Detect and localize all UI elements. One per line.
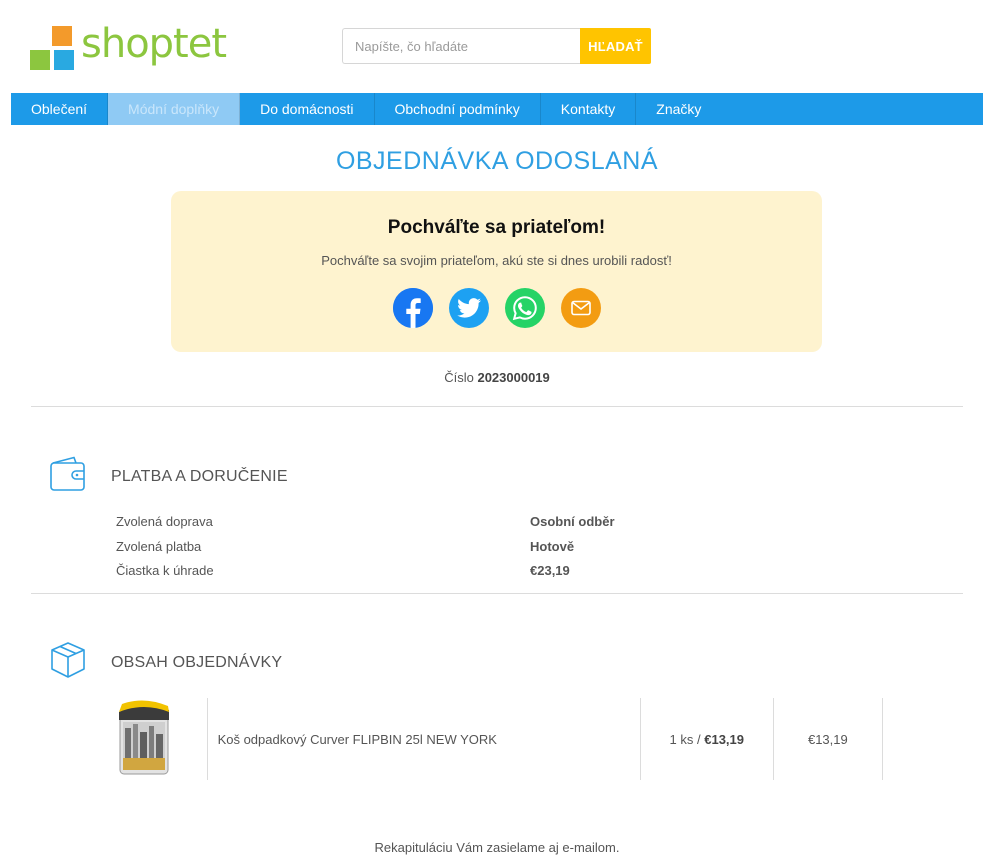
product-image-cell [116, 698, 207, 780]
payment-section-title: PLATBA A DORUČENIE [111, 467, 288, 485]
divider [31, 406, 963, 407]
order-number: Číslo 2023000019 [11, 370, 983, 385]
nav-item-do-domacnosti[interactable]: Do domácnosti [240, 93, 375, 125]
wallet-icon [49, 456, 87, 497]
email-icon[interactable] [560, 288, 601, 328]
page-title: OBJEDNÁVKA ODOSLANÁ [335, 147, 659, 175]
share-icons [171, 288, 822, 328]
search-button[interactable]: HĽADAŤ [580, 28, 651, 64]
product-qty-cell: 1 ks / €13,19 [639, 698, 773, 780]
share-title: Pochváľte sa priateľom! [387, 217, 606, 238]
email-notice: Rekapituláciu Vám zasielame aj e-mailom. [374, 840, 620, 855]
contents-section-title: OBSAH OBJEDNÁVKY [111, 653, 283, 671]
order-number-value: 2023000019 [477, 370, 550, 385]
shoptet-logo[interactable]: shoptet [30, 21, 227, 72]
logo-mark [30, 26, 76, 72]
facebook-icon[interactable] [392, 288, 433, 328]
search-input[interactable] [342, 28, 580, 64]
whatsapp-icon[interactable] [504, 288, 545, 328]
nav-item-obleceni[interactable]: Oblečení [11, 93, 109, 125]
box-icon [49, 641, 87, 684]
nav-item-znacky[interactable]: Značky [636, 93, 721, 125]
main-nav: Oblečení Módní doplňky Do domácnosti Obc… [11, 93, 983, 125]
table-row: Koš odpadkový Curver FLIPBIN 25l NEW YOR… [116, 698, 883, 780]
info-row-amount: Čiastka k úhrade €23,19 [116, 563, 816, 578]
info-label: Zvolená doprava [116, 514, 213, 529]
info-value: Hotově [530, 539, 575, 554]
info-row-shipping: Zvolená doprava Osobní odběr [116, 514, 816, 529]
product-total-cell: €13,19 [772, 698, 882, 780]
info-value: Osobní odběr [530, 514, 615, 529]
info-row-payment: Zvolená platba Hotově [116, 539, 816, 554]
payment-section-header: PLATBA A DORUČENIE [49, 456, 288, 497]
share-text: Pochváľte sa svojim priateľom, akú ste s… [321, 253, 672, 268]
header: shoptet HĽADAŤ [0, 0, 990, 93]
product-unit-price: €13,19 [704, 731, 744, 747]
twitter-icon[interactable] [448, 288, 489, 328]
nav-item-kontakty[interactable]: Kontakty [541, 93, 637, 125]
product-name[interactable]: Koš odpadkový Curver FLIPBIN 25l NEW YOR… [218, 732, 497, 747]
table-row-end [882, 698, 883, 780]
product-image[interactable] [116, 698, 172, 781]
info-label: Čiastka k úhrade [116, 563, 214, 578]
order-number-label: Číslo [444, 370, 474, 385]
product-total: €13,19 [807, 731, 848, 747]
info-value: €23,19 [530, 563, 570, 578]
logo-text: shoptet [81, 21, 227, 67]
nav-item-obchodni-podminky[interactable]: Obchodní podmínky [375, 93, 541, 125]
info-label: Zvolená platba [116, 539, 202, 554]
product-name-cell: Koš odpadkový Curver FLIPBIN 25l NEW YOR… [206, 698, 640, 780]
main-content: OBJEDNÁVKA ODOSLANÁ Pochváľte sa priateľ… [11, 125, 983, 863]
nav-item-modni-doplnky[interactable]: Módní doplňky [108, 93, 241, 125]
search-bar: HĽADAŤ [342, 28, 651, 64]
contents-section-header: OBSAH OBJEDNÁVKY [49, 641, 282, 684]
share-box: Pochváľte sa priateľom! Pochváľte sa svo… [171, 191, 822, 352]
product-qty: 1 ks / [669, 731, 701, 747]
divider [31, 593, 963, 594]
